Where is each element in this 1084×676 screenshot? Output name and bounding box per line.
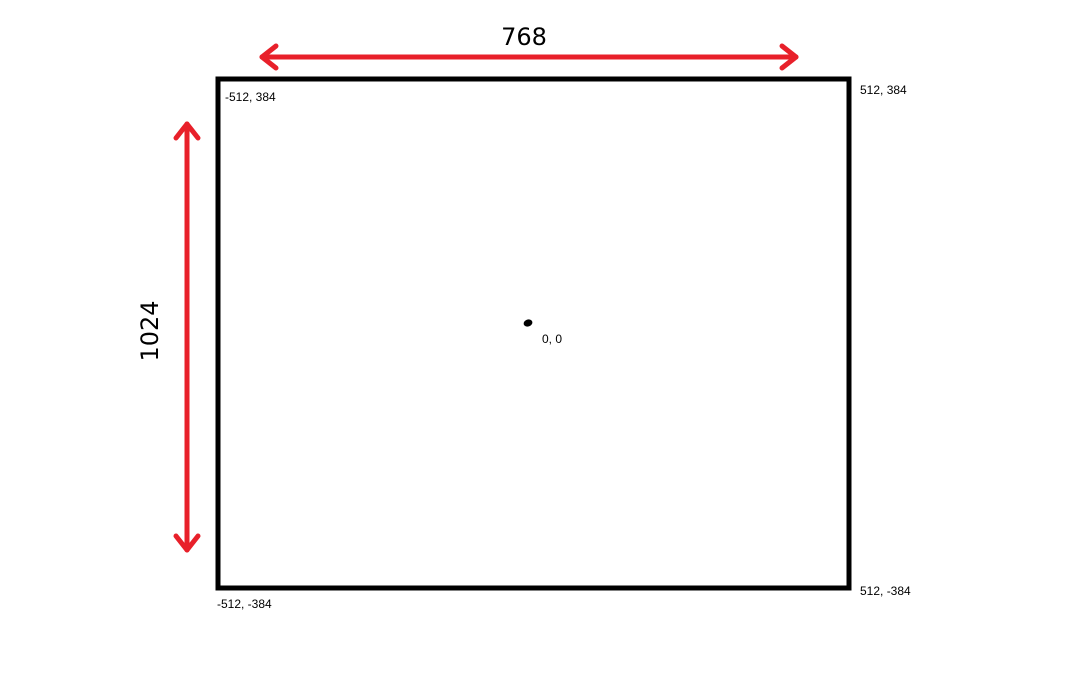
- bottom-left-corner-label: -512, -384: [217, 597, 272, 611]
- top-left-corner-label: -512, 384: [225, 90, 276, 104]
- origin-label: 0, 0: [542, 332, 562, 346]
- origin-point: [523, 319, 533, 327]
- width-label: 768: [501, 23, 547, 51]
- bottom-right-corner-label: 512, -384: [860, 584, 911, 598]
- screen-frame: [215, 76, 852, 591]
- height-label: 1024: [136, 300, 164, 361]
- top-right-corner-label: 512, 384: [860, 83, 907, 97]
- coordinate-diagram: 768 1024 -512, 384 512, 384 -512, -384 5…: [136, 23, 911, 611]
- height-arrow: [173, 121, 201, 553]
